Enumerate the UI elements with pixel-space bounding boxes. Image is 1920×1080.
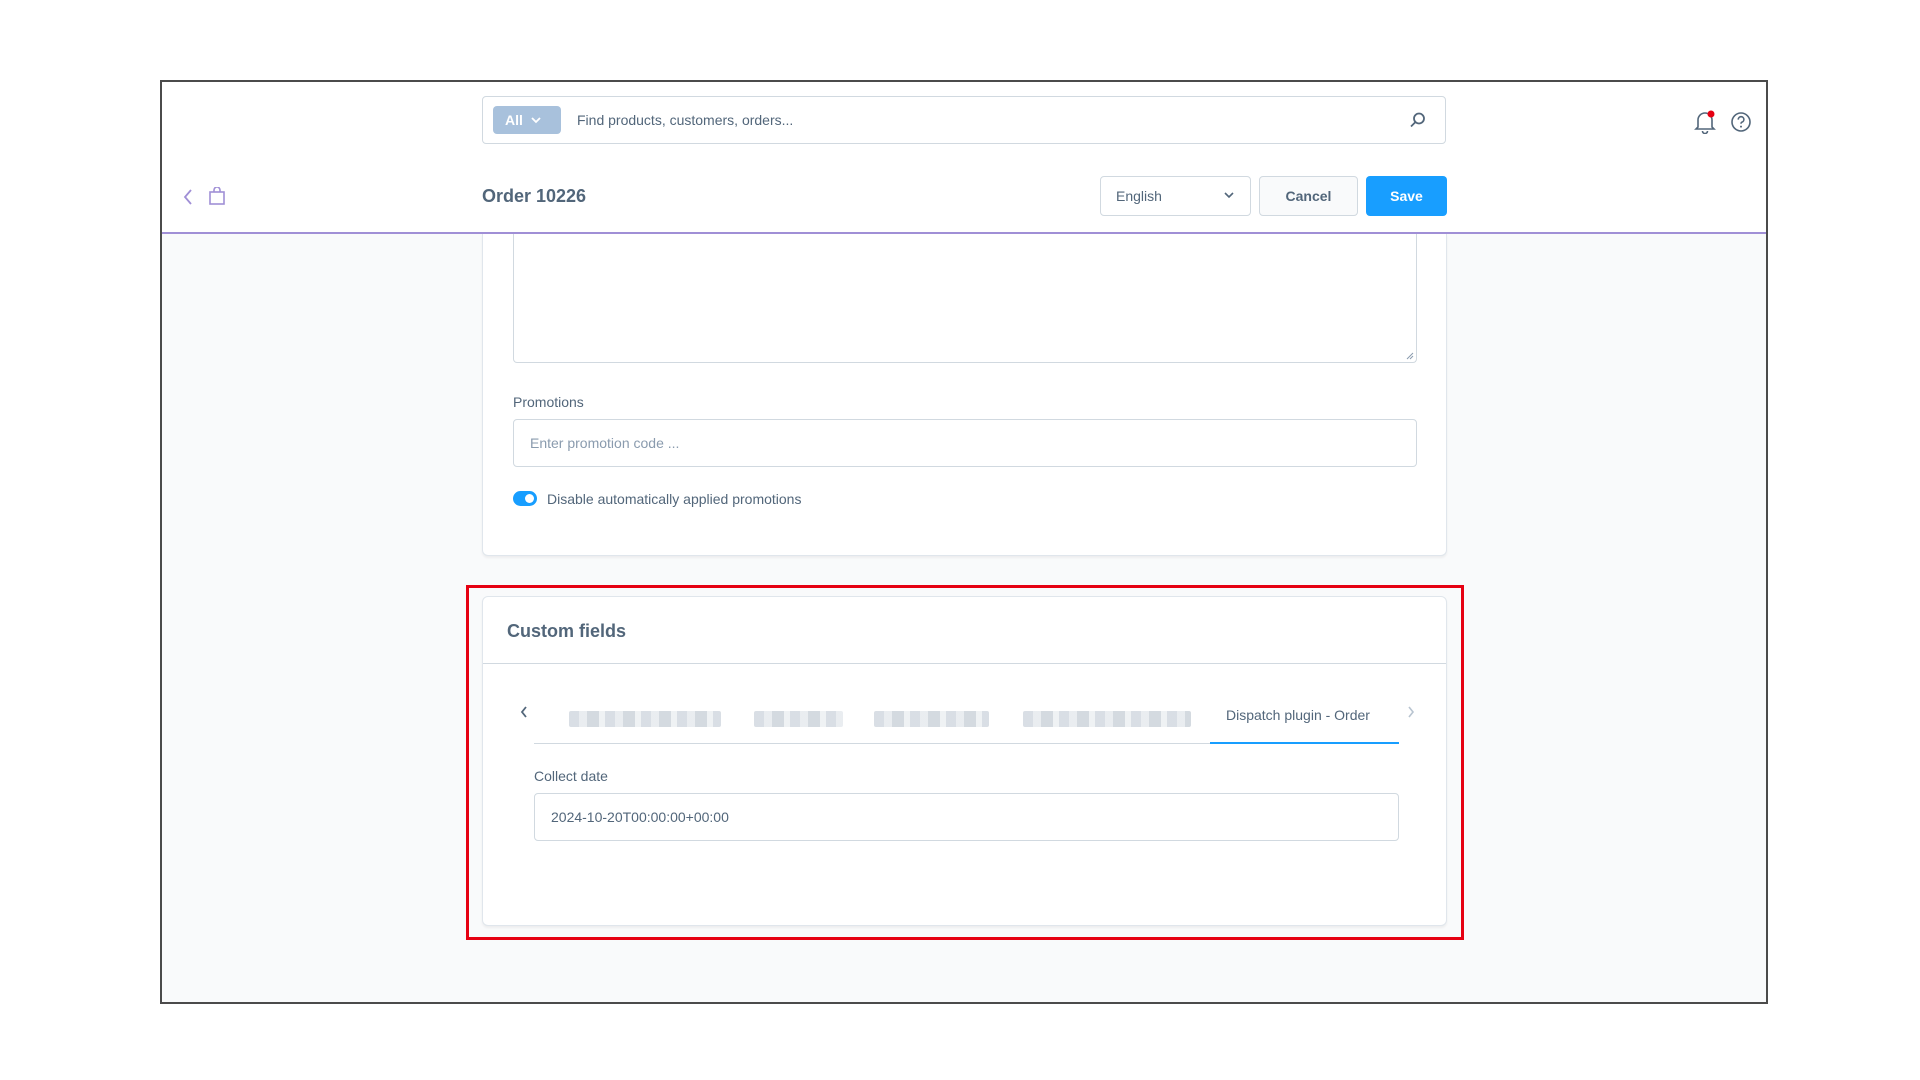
collect-date-input[interactable]: 2024-10-20T00:00:00+00:00: [534, 793, 1399, 841]
tab-redacted-3[interactable]: [874, 711, 989, 727]
custom-fields-card: Custom fields Dispatch plugin - Order Co…: [482, 596, 1447, 926]
top-bar: All Find products, customers, orders...: [162, 82, 1766, 163]
active-tab-indicator: [1210, 742, 1399, 744]
search-icon[interactable]: [1409, 111, 1427, 129]
custom-fields-header: Custom fields: [483, 597, 1446, 664]
save-button[interactable]: Save: [1366, 176, 1447, 216]
chevron-down-icon: [1224, 192, 1234, 199]
toggle-knob: [525, 494, 534, 503]
search-input[interactable]: Find products, customers, orders...: [577, 112, 793, 128]
back-arrow-icon[interactable]: [182, 188, 194, 206]
collect-date-label: Collect date: [534, 768, 608, 784]
page-title: Order 10226: [482, 186, 587, 206]
tab-scroll-left-icon[interactable]: [519, 705, 529, 719]
tab-scroll-right-icon[interactable]: [1406, 705, 1416, 719]
page-header: Order 10226 English Cancel Save: [162, 162, 1766, 234]
resize-handle-icon[interactable]: [1404, 350, 1414, 360]
tab-redacted-4[interactable]: [1023, 711, 1191, 727]
language-select[interactable]: English: [1100, 176, 1251, 216]
help-icon[interactable]: [1730, 111, 1752, 133]
notification-dot: [1707, 110, 1715, 118]
disable-auto-promotions-toggle[interactable]: [513, 491, 537, 506]
tab-redacted-2[interactable]: [754, 711, 843, 727]
bell-icon[interactable]: [1694, 110, 1716, 134]
order-details-card: Promotions Enter promotion code ... Disa…: [482, 234, 1447, 556]
promotions-label: Promotions: [513, 394, 584, 410]
custom-fields-title: Custom fields: [507, 621, 627, 641]
global-search: All Find products, customers, orders...: [482, 96, 1446, 144]
comment-textarea[interactable]: [513, 234, 1417, 363]
search-scope-dropdown[interactable]: All: [493, 106, 561, 134]
search-scope-label: All: [505, 112, 523, 128]
chevron-down-icon: [531, 116, 541, 123]
app-window: All Find products, customers, orders...: [160, 80, 1768, 1004]
shopping-bag-icon: [209, 187, 225, 205]
tab-dispatch-plugin-order[interactable]: Dispatch plugin - Order: [1226, 707, 1370, 723]
promotion-code-input[interactable]: Enter promotion code ...: [513, 419, 1417, 467]
tab-redacted-1[interactable]: [569, 711, 721, 727]
language-select-value: English: [1116, 188, 1162, 204]
disable-auto-promotions-label: Disable automatically applied promotions: [547, 491, 802, 507]
cancel-button[interactable]: Cancel: [1259, 176, 1358, 216]
